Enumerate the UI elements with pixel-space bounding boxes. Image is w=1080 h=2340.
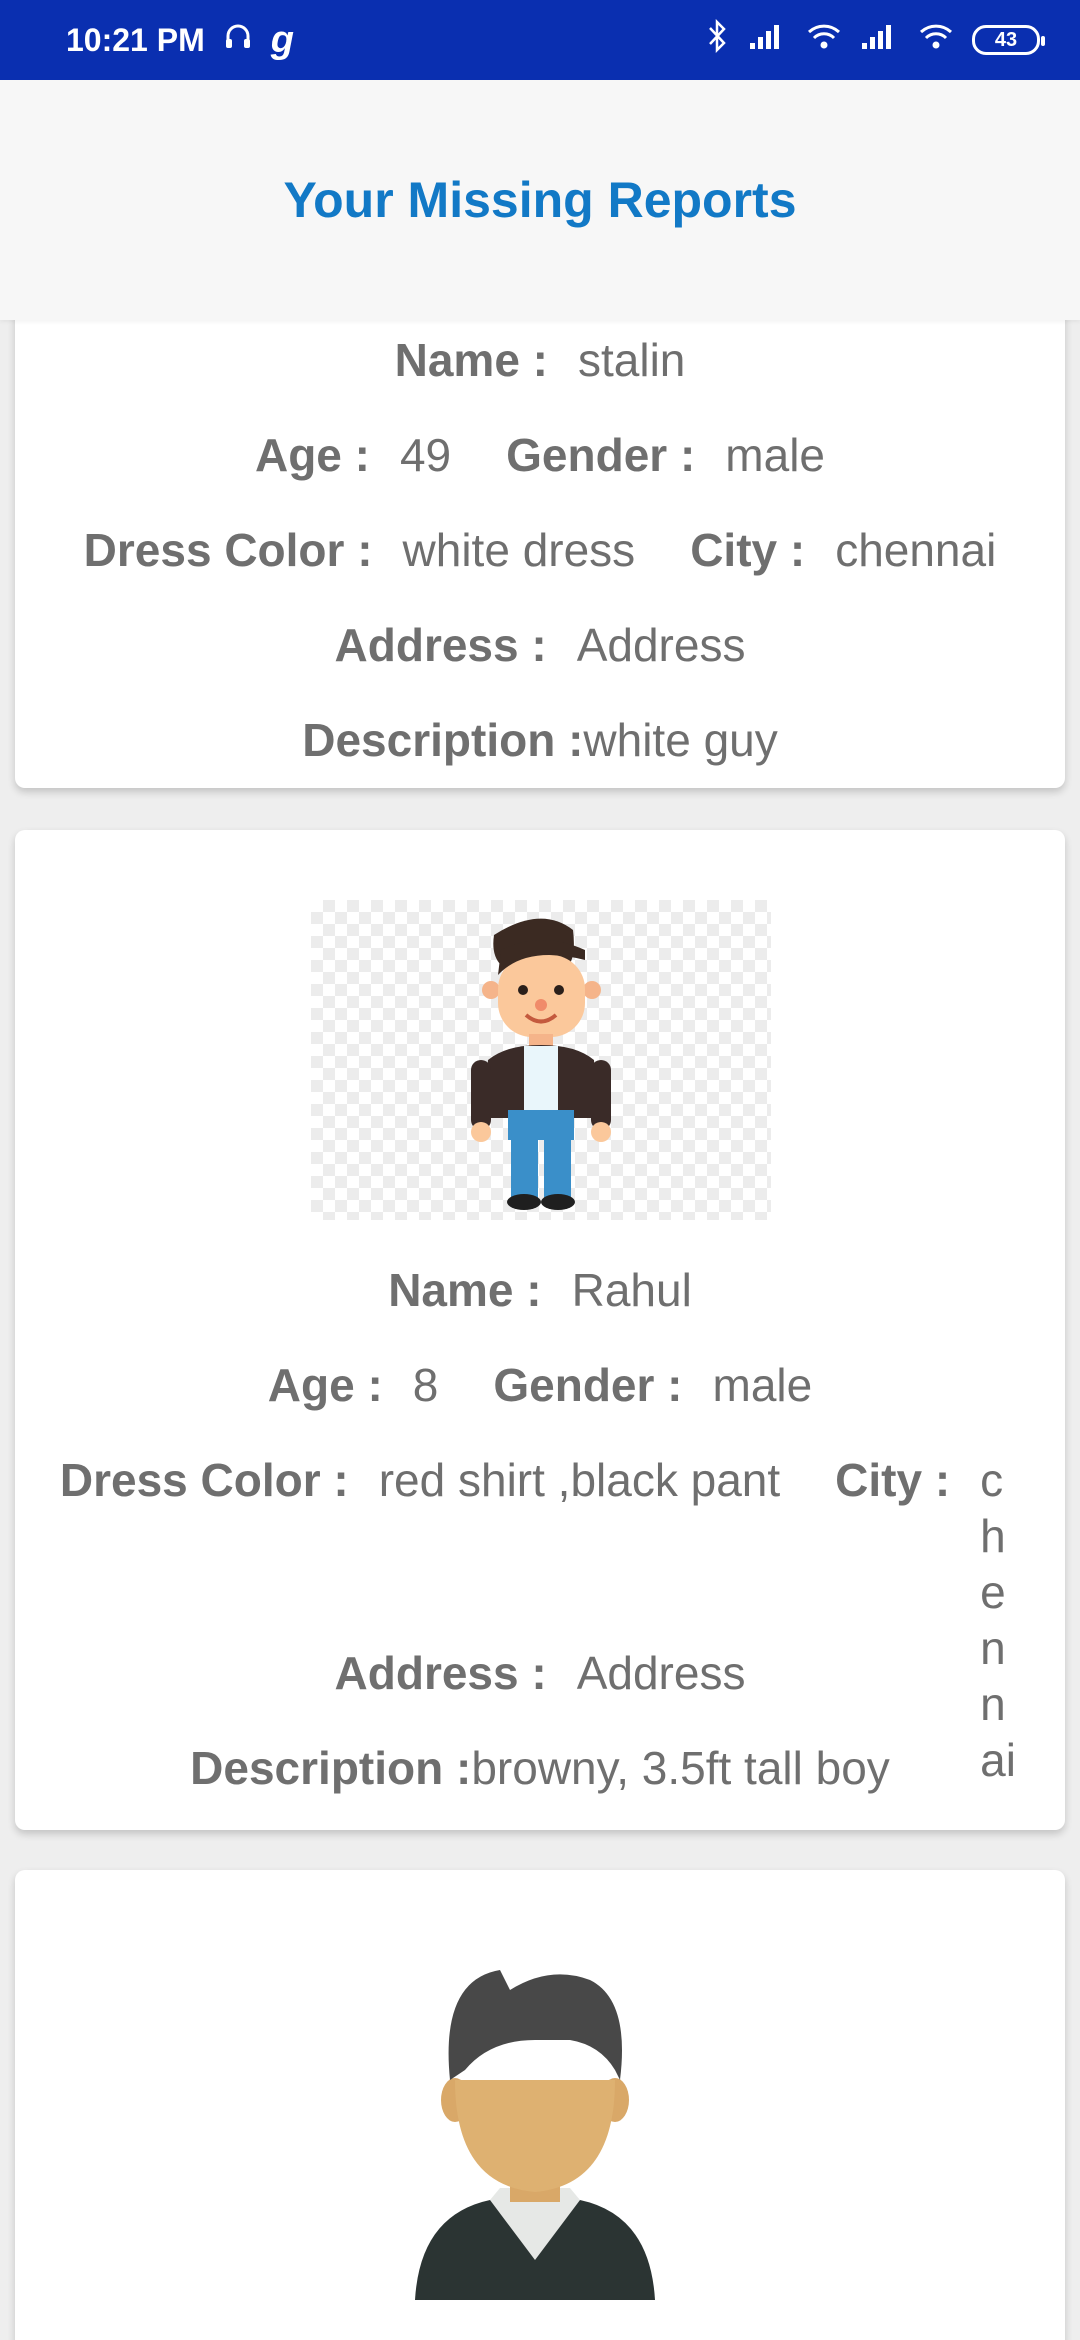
description-label: Description : bbox=[302, 714, 584, 766]
description-value: white guy bbox=[583, 714, 778, 766]
description-label: Description : bbox=[190, 1742, 472, 1794]
gender-value: male bbox=[725, 429, 826, 481]
age-label: Age : bbox=[267, 1359, 383, 1411]
avatar bbox=[370, 1960, 700, 2300]
age-value: 8 bbox=[412, 1359, 439, 1411]
description-row: Description : white guy bbox=[15, 712, 1065, 768]
signal-icon bbox=[748, 21, 788, 59]
signal-icon bbox=[860, 21, 900, 59]
dress-city-row: Dress Color : white dress City : chennai bbox=[15, 522, 1065, 578]
dress-value: red shirt ,black pant bbox=[378, 1454, 781, 1506]
report-card[interactable]: Name : stalin Age : 49 Gender : male Dre… bbox=[15, 320, 1065, 788]
address-value: Address bbox=[576, 1647, 746, 1699]
wifi-icon bbox=[918, 21, 954, 59]
city-value: chennai bbox=[980, 1454, 1016, 1786]
missing-person-photo bbox=[311, 900, 771, 1220]
age-value: 49 bbox=[399, 429, 452, 481]
age-gender-row: Age : 49 Gender : male bbox=[15, 427, 1065, 483]
name-row: Name : Rahul bbox=[15, 1262, 1065, 1318]
city-value: chennai bbox=[835, 524, 997, 576]
address-row: Address : Address bbox=[15, 1645, 1065, 1701]
name-value: Rahul bbox=[571, 1264, 692, 1316]
address-row: Address : Address bbox=[15, 617, 1065, 673]
city-label: City : bbox=[835, 1454, 951, 1506]
report-card[interactable] bbox=[15, 1870, 1065, 2340]
description-value: browny, 3.5ft tall boy bbox=[471, 1742, 890, 1794]
address-label: Address : bbox=[334, 1647, 547, 1699]
gender-label: Gender : bbox=[506, 429, 696, 481]
app-bar: Your Missing Reports bbox=[0, 80, 1080, 320]
bluetooth-icon bbox=[706, 18, 730, 61]
address-value: Address bbox=[576, 619, 746, 671]
name-row: Name : stalin bbox=[15, 332, 1065, 388]
status-time: 10:21 PM bbox=[66, 21, 205, 58]
battery-icon: 43 bbox=[972, 25, 1045, 55]
name-label: Name : bbox=[388, 1264, 542, 1316]
age-label: Age : bbox=[254, 429, 370, 481]
dress-label: Dress Color : bbox=[83, 524, 373, 576]
status-bar: 10:21 PM g 43 bbox=[0, 0, 1080, 80]
name-label: Name : bbox=[394, 334, 548, 386]
headphones-icon bbox=[223, 21, 253, 59]
city-label: City : bbox=[690, 524, 806, 576]
report-card[interactable]: Name : Rahul Age : 8 Gender : male Dress… bbox=[15, 830, 1065, 1830]
gender-label: Gender : bbox=[493, 1359, 683, 1411]
dress-label: Dress Color : bbox=[59, 1454, 349, 1506]
dress-city-row: Dress Color : red shirt ,black pant City… bbox=[15, 1452, 1065, 1788]
page-title: Your Missing Reports bbox=[283, 172, 797, 228]
wifi-icon bbox=[806, 21, 842, 59]
battery-level: 43 bbox=[994, 28, 1018, 51]
name-value: stalin bbox=[578, 334, 686, 386]
gender-value: male bbox=[712, 1359, 813, 1411]
address-label: Address : bbox=[334, 619, 547, 671]
app-notification-icon: g bbox=[270, 18, 294, 61]
dress-value: white dress bbox=[402, 524, 636, 576]
age-gender-row: Age : 8 Gender : male bbox=[15, 1357, 1065, 1413]
reports-list[interactable]: Name : stalin Age : 49 Gender : male Dre… bbox=[0, 320, 1080, 2340]
description-row: Description : browny, 3.5ft tall boy bbox=[15, 1740, 1065, 1796]
